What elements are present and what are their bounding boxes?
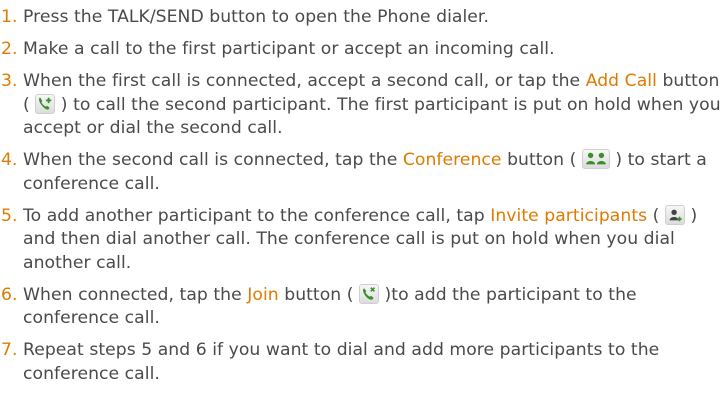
step-text-segment: When connected, tap the [23, 284, 248, 305]
ui-term-label: Add Call [585, 71, 657, 91]
step-text-segment: ( [647, 205, 665, 226]
step-text: When the second call is connected, tap t… [23, 149, 726, 196]
step-number: 1. [1, 7, 18, 27]
step-number: 2. [1, 39, 18, 59]
ui-term-label: Invite participants [490, 205, 648, 226]
step-text-segment: button ( [278, 284, 360, 305]
step-text-segment: Make a call to the first participant or … [23, 39, 555, 59]
step-text-segment: Press the TALK/SEND button to open the P… [23, 7, 489, 27]
step-text-segment: To add another participant to the confer… [23, 205, 491, 226]
step-number: 6. [1, 284, 18, 305]
list-item: 7. Repeat steps 5 and 6 if you want to di… [0, 339, 726, 386]
step-text-segment: When the second call is connected, tap t… [23, 150, 403, 170]
step-text-segment: ) to call the second participant. The fi… [23, 94, 721, 139]
step-number: 3. [1, 71, 18, 91]
step-number: 4. [1, 150, 18, 170]
conference-icon [581, 149, 610, 169]
invite-participants-icon [664, 204, 685, 225]
step-number: 5. [1, 205, 18, 226]
list-item: 4. When the second call is connected, tap… [0, 149, 726, 196]
step-text: Repeat steps 5 and 6 if you want to dial… [23, 339, 726, 386]
step-text: When the first call is connected, accept… [23, 70, 726, 141]
step-text: Press the TALK/SEND button to open the P… [23, 6, 726, 30]
step-text-segment: button ( [501, 150, 582, 170]
ui-term-label: Join [247, 284, 279, 305]
step-text-segment: Repeat steps 5 and 6 if you want to dial… [23, 340, 660, 384]
step-text: To add another participant to the confer… [23, 204, 726, 276]
step-text-segment: When the first call is connected, accept… [23, 71, 586, 91]
list-item: 5. To add another participant to the conf… [0, 204, 726, 276]
step-text: When connected, tap the Join button ( )t… [23, 283, 726, 331]
list-item: 1. Press the TALK/SEND button to open the… [0, 6, 726, 30]
add-call-icon [35, 93, 56, 114]
ui-term-label: Conference [402, 150, 502, 170]
list-item: 3. When the first call is connected, acce… [0, 70, 726, 141]
document-page: 1. Press the TALK/SEND button to open the… [0, 0, 726, 406]
step-text: Make a call to the first participant or … [23, 38, 726, 62]
conference-call-steps: 1. Press the TALK/SEND button to open the… [0, 6, 726, 386]
list-item: 6. When connected, tap the Join button ( … [0, 283, 726, 331]
join-call-icon [359, 283, 380, 304]
step-number: 7. [1, 340, 18, 360]
list-item: 2. Make a call to the first participant o… [0, 38, 726, 62]
